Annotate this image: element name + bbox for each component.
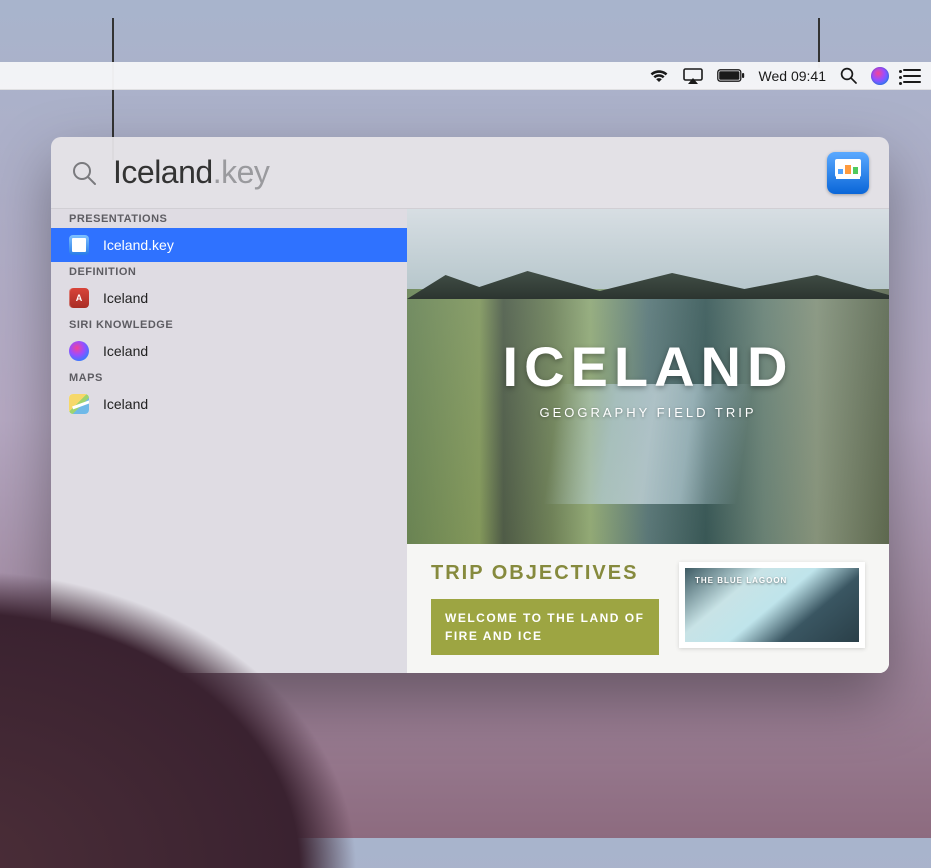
slide2-photo-blue-lagoon: THE BLUE LAGOON xyxy=(679,562,865,648)
spotlight-preview-pane: ICELAND GEOGRAPHY FIELD TRIP TRIP OBJECT… xyxy=(407,209,889,673)
preview-slide-2: TRIP OBJECTIVES WELCOME TO THE LAND OF F… xyxy=(407,544,889,673)
query-typed-text: Iceland xyxy=(113,154,213,190)
query-autocomplete-text: .key xyxy=(213,154,270,190)
slide2-welcome-box: WELCOME TO THE LAND OF FIRE AND ICE xyxy=(431,599,659,655)
siri-result-icon xyxy=(69,341,89,361)
result-maps-iceland[interactable]: Iceland xyxy=(51,387,407,421)
dictionary-icon xyxy=(69,288,89,308)
result-label: Iceland.key xyxy=(103,237,174,253)
result-definition-iceland[interactable]: Iceland xyxy=(51,281,407,315)
category-header-definition: DEFINITION xyxy=(51,262,407,281)
spotlight-search-bar[interactable]: Iceland.key xyxy=(51,137,889,209)
spotlight-menubar-icon[interactable] xyxy=(840,62,857,89)
keynote-file-icon xyxy=(69,235,89,255)
slide1-subtitle: GEOGRAPHY FIELD TRIP xyxy=(503,405,794,420)
spotlight-window: Iceland.key PRESENTATIONS Iceland.key DE… xyxy=(51,137,889,673)
keynote-app-icon xyxy=(827,152,869,194)
result-siri-iceland[interactable]: Iceland xyxy=(51,334,407,368)
category-header-presentations: PRESENTATIONS xyxy=(51,209,407,228)
slide2-photo-label: THE BLUE LAGOON xyxy=(695,576,787,585)
slide1-title: ICELAND xyxy=(503,334,794,399)
search-icon xyxy=(71,160,97,186)
spotlight-results-list: PRESENTATIONS Iceland.key DEFINITION Ice… xyxy=(51,209,407,673)
siri-icon[interactable] xyxy=(871,62,889,89)
category-header-siri-knowledge: SIRI KNOWLEDGE xyxy=(51,315,407,334)
callout-line-menubar-search xyxy=(818,18,820,68)
result-label: Iceland xyxy=(103,343,148,359)
result-label: Iceland xyxy=(103,396,148,412)
category-header-maps: MAPS xyxy=(51,368,407,387)
result-iceland-key[interactable]: Iceland.key xyxy=(51,228,407,262)
airplay-icon[interactable] xyxy=(683,62,703,89)
slide2-heading: TRIP OBJECTIVES xyxy=(431,562,659,585)
spotlight-query-input[interactable]: Iceland.key xyxy=(113,154,811,191)
wifi-icon[interactable] xyxy=(649,62,669,89)
maps-icon xyxy=(69,394,89,414)
battery-icon[interactable] xyxy=(717,62,745,89)
preview-slide-1: ICELAND GEOGRAPHY FIELD TRIP xyxy=(407,209,889,544)
menubar: Wed 09:41 xyxy=(0,62,931,90)
menubar-datetime[interactable]: Wed 09:41 xyxy=(759,62,826,89)
notification-center-icon[interactable] xyxy=(903,62,921,89)
result-label: Iceland xyxy=(103,290,148,306)
